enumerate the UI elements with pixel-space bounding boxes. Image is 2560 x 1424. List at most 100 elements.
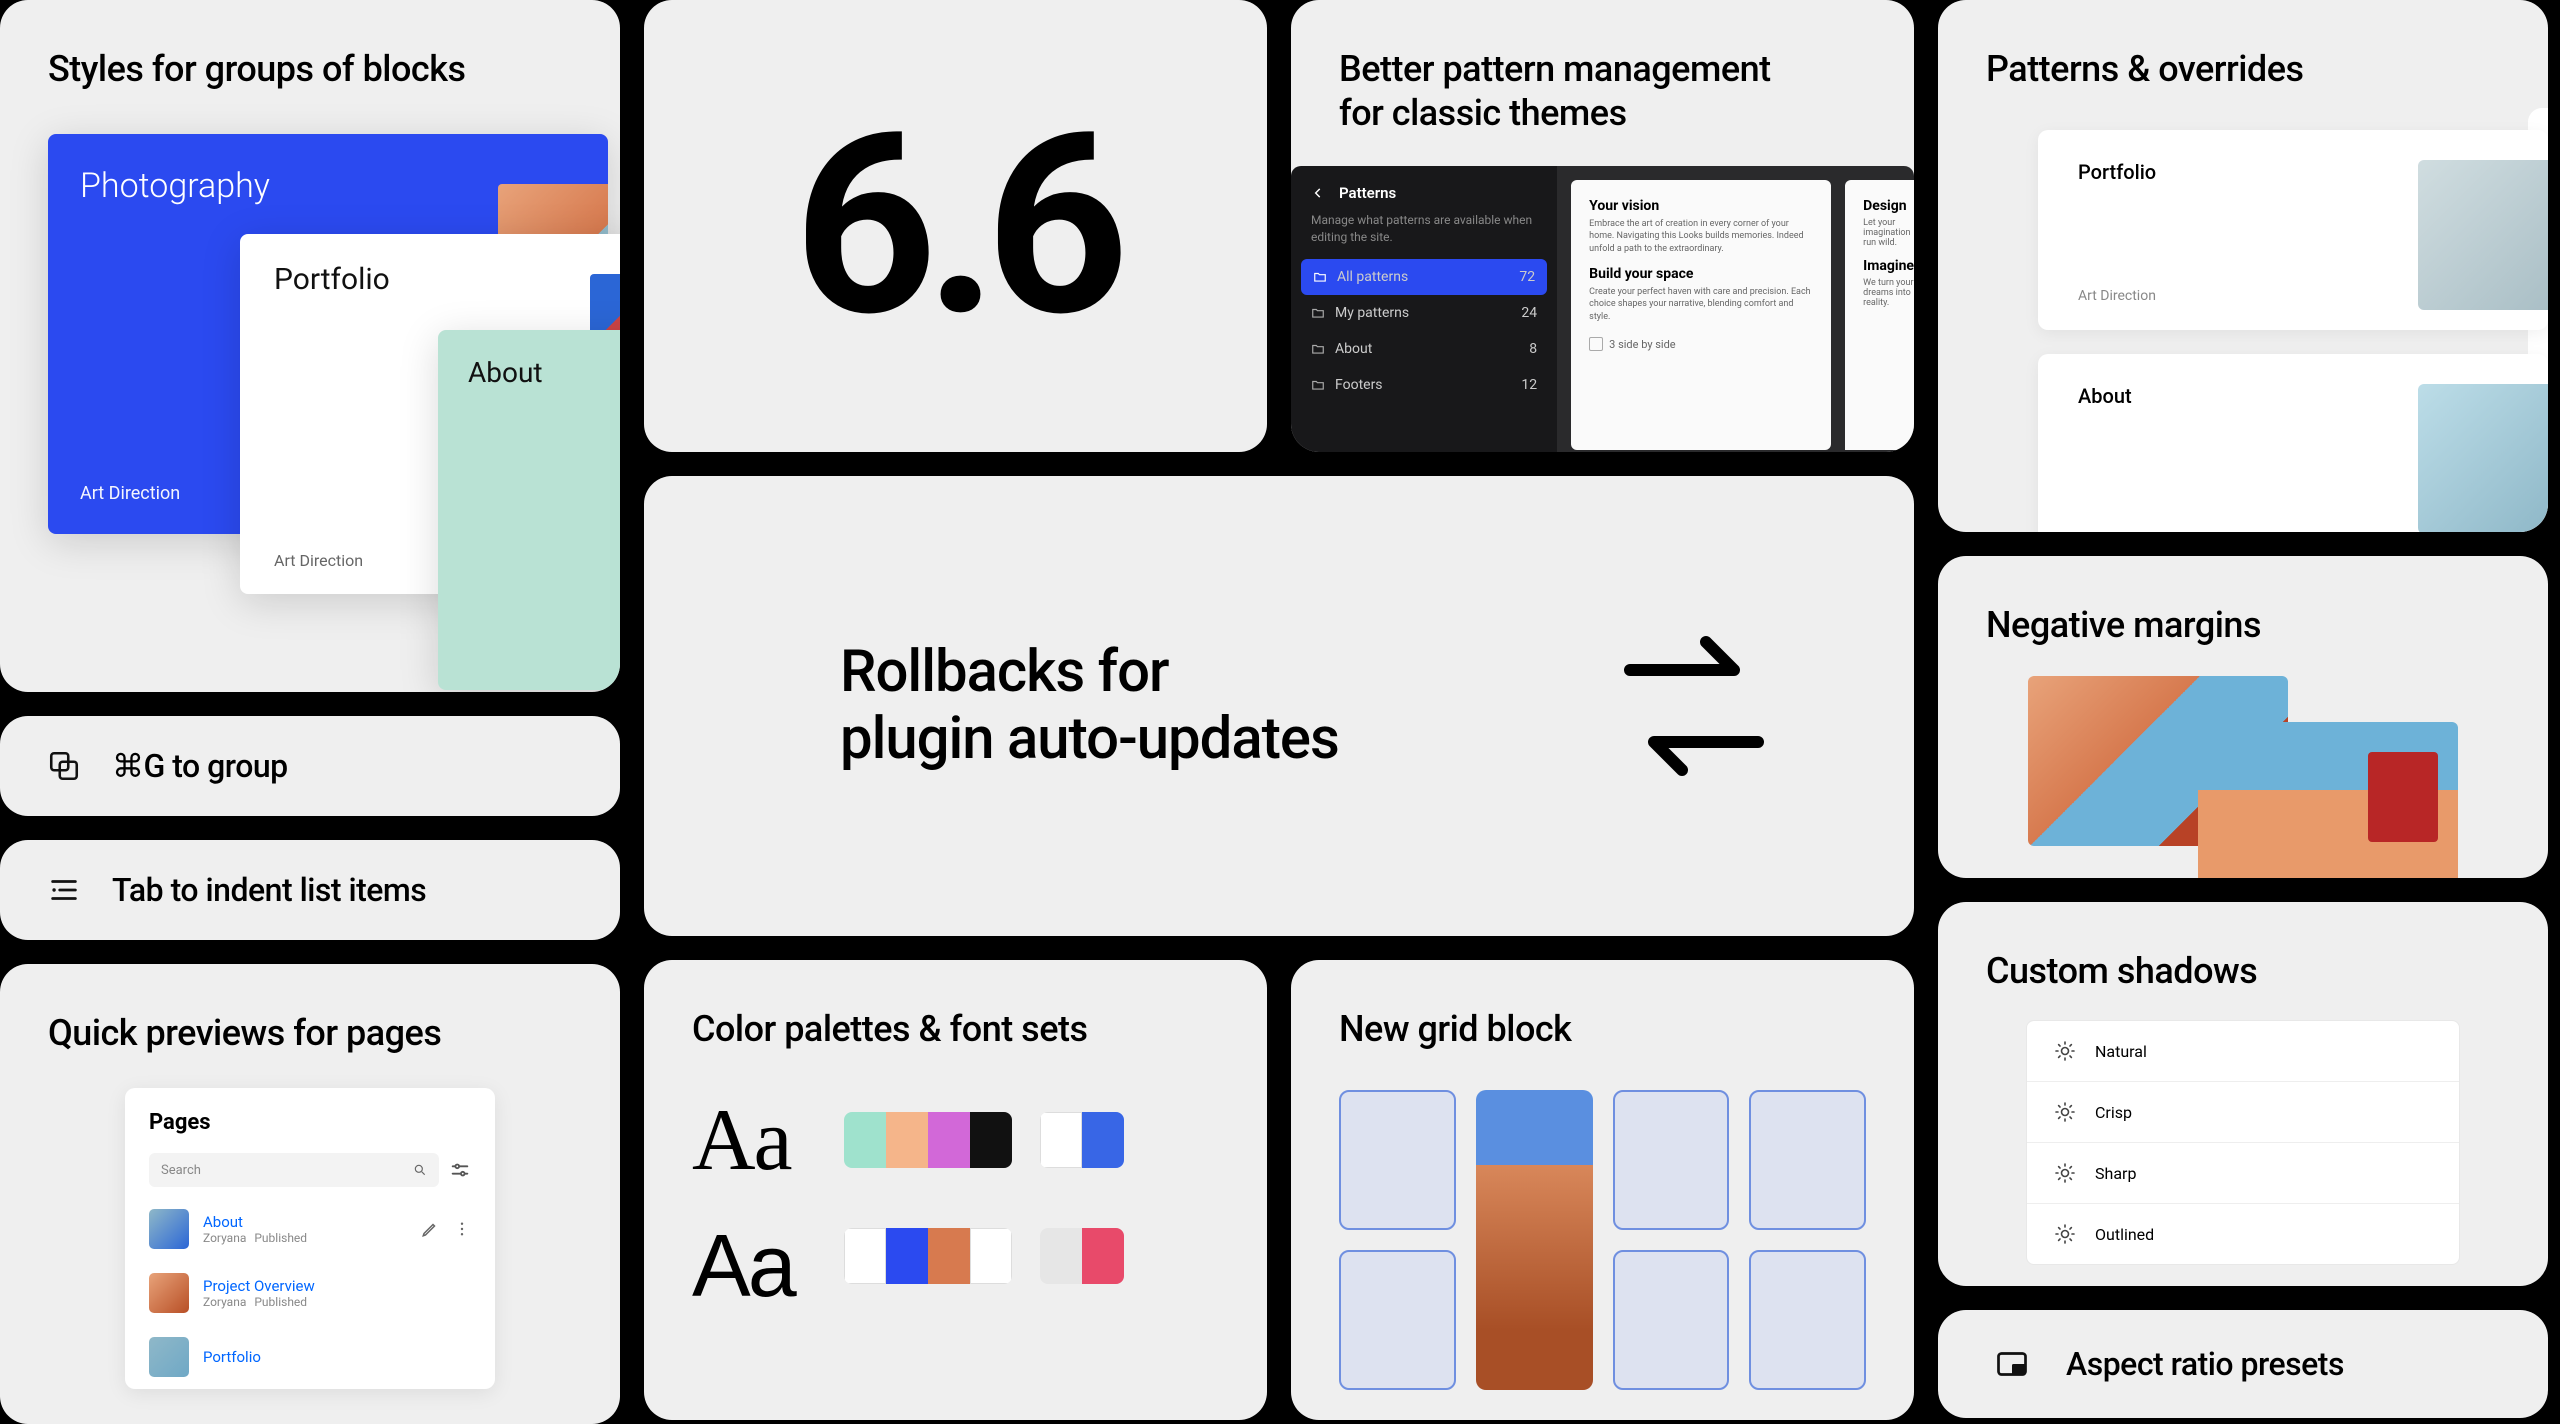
- swatch: [928, 1228, 970, 1284]
- filter-icon[interactable]: [449, 1159, 471, 1181]
- page-item[interactable]: About ZoryanaPublished: [125, 1197, 495, 1261]
- pattern-preview-doc: DesignLet your imagination run wild. Ima…: [1845, 180, 1914, 450]
- grid-cell[interactable]: [1613, 1090, 1730, 1230]
- sidebar-row-all-patterns[interactable]: All patterns72: [1301, 259, 1547, 295]
- thumbnail-image: [2418, 384, 2548, 532]
- shadow-option-natural[interactable]: Natural: [2027, 1021, 2459, 1082]
- tab-indent-label: Tab to indent list items: [112, 871, 426, 909]
- card-title: Styles for groups of blocks: [48, 48, 572, 90]
- swatch: [970, 1228, 1012, 1284]
- rollbacks-text: Rollbacks forplugin auto-updates: [840, 639, 1339, 772]
- card-quick-previews[interactable]: Quick previews for pages Pages Search Ab…: [0, 964, 620, 1424]
- shadow-option-outlined[interactable]: Outlined: [2027, 1204, 2459, 1264]
- card-title: Better pattern managementfor classic the…: [1339, 48, 1866, 136]
- swatch: [886, 1228, 928, 1284]
- card-pattern-management[interactable]: Better pattern managementfor classic the…: [1291, 0, 1914, 452]
- patterns-ui: Patterns Manage what patterns are availa…: [1291, 166, 1914, 452]
- card-rollbacks[interactable]: Rollbacks forplugin auto-updates: [644, 476, 1914, 936]
- card-aspect-ratio[interactable]: Aspect ratio presets: [1938, 1310, 2548, 1418]
- card-negative-margins[interactable]: Negative margins: [1938, 556, 2548, 878]
- sidebar-row-footers[interactable]: Footers12: [1291, 367, 1557, 403]
- serif-sample: Aa: [692, 1090, 794, 1191]
- overlap-image: [2198, 722, 2458, 878]
- shadow-options-list: Natural Crisp Sharp Outlined: [2026, 1020, 2460, 1265]
- card-group-shortcut[interactable]: ⌘G to group: [0, 716, 620, 816]
- list-indent-icon: [44, 870, 84, 910]
- group-icon: [44, 746, 84, 786]
- palette-1[interactable]: [844, 1112, 1012, 1168]
- palette-2b[interactable]: [1040, 1228, 1124, 1284]
- card-title: Patterns & overrides: [1986, 48, 2500, 90]
- grid-cell[interactable]: [1339, 1250, 1456, 1390]
- swatch: [1040, 1228, 1082, 1284]
- card-patterns-overrides[interactable]: Patterns & overrides Portfolio Art Direc…: [1938, 0, 2548, 532]
- pattern-card-portfolio: Portfolio Art Direction: [2038, 130, 2548, 330]
- page-thumbnail: [149, 1209, 189, 1249]
- swatch: [1040, 1112, 1082, 1168]
- folder-icon: [1313, 270, 1327, 284]
- rollback-icon: [1594, 606, 1794, 806]
- swatch: [844, 1112, 886, 1168]
- card-custom-shadows[interactable]: Custom shadows Natural Crisp Sharp Outli…: [1938, 902, 2548, 1286]
- sun-icon: [2053, 1161, 2077, 1185]
- patterns-sidebar: Patterns Manage what patterns are availa…: [1291, 166, 1557, 452]
- grid-cell[interactable]: [1339, 1090, 1456, 1230]
- sun-icon: [2053, 1039, 2077, 1063]
- stacked-preview: Photography Art Direction Portfolio Art …: [0, 134, 620, 692]
- card-styles-for-groups[interactable]: Styles for groups of blocks Photography …: [0, 0, 620, 692]
- swatch: [1082, 1228, 1124, 1284]
- card-color-palettes[interactable]: Color palettes & font sets Aa Aa: [644, 960, 1267, 1420]
- card-title: Negative margins: [1986, 604, 2500, 646]
- preview-card-about: About: [438, 330, 620, 690]
- page-thumbnail: [149, 1337, 189, 1377]
- back-icon[interactable]: [1311, 186, 1325, 200]
- aspect-label: Aspect ratio presets: [2066, 1345, 2344, 1383]
- font-samples: Aa Aa: [692, 1090, 794, 1317]
- card-title: Color palettes & font sets: [692, 1008, 1219, 1050]
- sun-icon: [2053, 1222, 2077, 1246]
- pattern-card-about: About: [2038, 354, 2548, 532]
- card-title: Quick previews for pages: [48, 1012, 572, 1054]
- swatch: [970, 1112, 1012, 1168]
- grid-cell-filled[interactable]: [1476, 1090, 1593, 1390]
- page-thumbnail: [149, 1273, 189, 1313]
- page-item[interactable]: Portfolio: [125, 1325, 495, 1389]
- folder-icon: [1311, 378, 1325, 392]
- shadow-option-crisp[interactable]: Crisp: [2027, 1082, 2459, 1143]
- folder-icon: [1311, 342, 1325, 356]
- edit-icon[interactable]: [421, 1220, 439, 1238]
- pages-panel: Pages Search About ZoryanaPublished: [125, 1088, 495, 1389]
- checkbox-3-side[interactable]: 3 side by side: [1589, 337, 1813, 351]
- swatch: [1082, 1112, 1124, 1168]
- swatch: [844, 1228, 886, 1284]
- card-version[interactable]: 6.6: [644, 0, 1267, 452]
- shadow-option-sharp[interactable]: Sharp: [2027, 1143, 2459, 1204]
- swatch: [886, 1112, 928, 1168]
- card-new-grid-block[interactable]: New grid block: [1291, 960, 1914, 1420]
- pages-panel-title: Pages: [125, 1110, 495, 1135]
- swatch: [928, 1112, 970, 1168]
- shortcut-label: ⌘G to group: [112, 747, 288, 785]
- aspect-ratio-icon: [1994, 1346, 2030, 1382]
- folder-icon: [1311, 306, 1325, 320]
- search-input[interactable]: Search: [149, 1153, 439, 1187]
- pattern-preview-doc: Your visionEmbrace the art of creation i…: [1571, 180, 1831, 450]
- sidebar-row-about[interactable]: About8: [1291, 331, 1557, 367]
- more-icon[interactable]: [453, 1220, 471, 1238]
- search-icon: [413, 1163, 427, 1177]
- version-number: 6.6: [794, 80, 1117, 373]
- grid-cell[interactable]: [1749, 1090, 1866, 1230]
- sidebar-row-my-patterns[interactable]: My patterns24: [1291, 295, 1557, 331]
- page-item[interactable]: Project OverviewZoryanaPublished: [125, 1261, 495, 1325]
- grid-cell[interactable]: [1749, 1250, 1866, 1390]
- card-title: Custom shadows: [1986, 950, 2500, 992]
- card-tab-indent[interactable]: Tab to indent list items: [0, 840, 620, 940]
- card-title: New grid block: [1339, 1008, 1866, 1050]
- thumbnail-image: [2418, 160, 2548, 310]
- palette-1b[interactable]: [1040, 1112, 1124, 1168]
- palette-2[interactable]: [844, 1228, 1012, 1284]
- grid-preview: [1291, 1090, 1914, 1390]
- sun-icon: [2053, 1100, 2077, 1124]
- sans-sample: Aa: [692, 1215, 794, 1317]
- grid-cell[interactable]: [1613, 1250, 1730, 1390]
